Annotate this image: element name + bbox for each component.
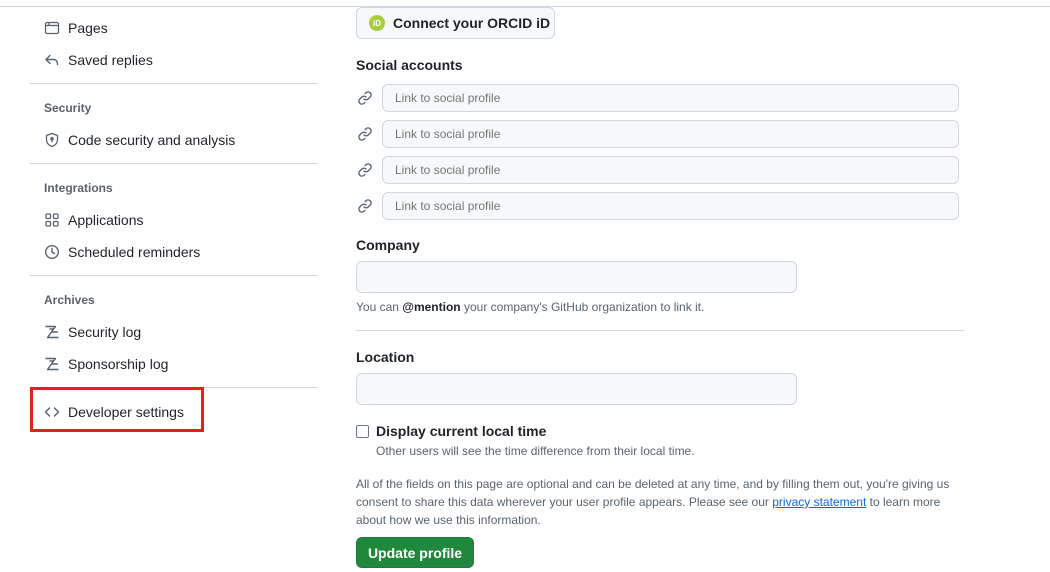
browser-icon <box>44 20 60 36</box>
mention-text: @mention <box>402 300 461 314</box>
social-profile-input[interactable] <box>382 156 959 184</box>
social-profile-input[interactable] <box>382 84 959 112</box>
section-heading-security: Security <box>44 101 92 115</box>
sidebar-item-pages[interactable]: Pages <box>30 12 318 44</box>
company-note: You can @mention your company's GitHub o… <box>356 300 704 314</box>
social-account-row <box>356 84 959 112</box>
update-profile-button[interactable]: Update profile <box>356 537 474 568</box>
company-note-text: your company's GitHub organization to li… <box>460 300 705 314</box>
company-label: Company <box>356 237 420 253</box>
connect-orcid-label: Connect your ORCID iD <box>393 15 551 31</box>
profile-form: iD Connect your ORCID iD Social accounts… <box>356 0 966 572</box>
form-divider <box>356 330 964 331</box>
clock-icon <box>44 244 60 260</box>
sidebar-item-label: Saved replies <box>68 52 153 68</box>
sidebar-item-label: Scheduled reminders <box>68 244 201 260</box>
log-icon <box>44 324 60 340</box>
social-profile-input[interactable] <box>382 120 959 148</box>
connect-orcid-button[interactable]: iD Connect your ORCID iD <box>356 7 555 39</box>
sidebar-item-label: Applications <box>68 212 144 228</box>
sidebar-divider <box>30 83 318 84</box>
sidebar-item-label: Pages <box>68 20 108 36</box>
local-time-option: Display current local time <box>356 423 546 439</box>
link-icon <box>357 162 373 178</box>
location-label: Location <box>356 349 415 365</box>
sidebar-item-applications[interactable]: Applications <box>30 204 318 236</box>
sidebar-item-code-security[interactable]: Code security and analysis <box>30 124 318 156</box>
privacy-notice: All of the fields on this page are optio… <box>356 475 961 529</box>
link-icon <box>357 126 373 142</box>
local-time-checkbox[interactable] <box>356 424 369 438</box>
sidebar-divider <box>30 275 318 276</box>
orcid-icon: iD <box>369 15 385 31</box>
reply-icon <box>44 52 60 68</box>
social-accounts-label: Social accounts <box>356 57 463 73</box>
sidebar-item-label: Code security and analysis <box>68 132 236 148</box>
sidebar-item-label: Security log <box>68 324 142 340</box>
section-heading-integrations: Integrations <box>44 181 113 195</box>
sidebar-item-scheduled-reminders[interactable]: Scheduled reminders <box>30 236 318 268</box>
company-input[interactable] <box>356 261 797 293</box>
social-account-row <box>356 192 959 220</box>
apps-icon <box>44 212 60 228</box>
social-profile-input[interactable] <box>382 192 959 220</box>
sidebar-item-saved-replies[interactable]: Saved replies <box>30 44 318 76</box>
section-heading-archives: Archives <box>44 293 95 307</box>
link-icon <box>357 198 373 214</box>
sidebar-item-label: Sponsorship log <box>68 356 169 372</box>
local-time-label[interactable]: Display current local time <box>376 423 546 439</box>
privacy-statement-link[interactable]: privacy statement <box>772 495 866 509</box>
link-icon <box>357 90 373 106</box>
local-time-note: Other users will see the time difference… <box>376 444 695 458</box>
log-icon <box>44 356 60 372</box>
location-input[interactable] <box>356 373 797 405</box>
sidebar-divider <box>30 163 318 164</box>
shield-icon <box>44 132 60 148</box>
social-account-row <box>356 156 959 184</box>
company-note-text: You can <box>356 300 403 314</box>
sidebar-item-security-log[interactable]: Security log <box>30 316 318 348</box>
settings-sidebar: Pages Saved replies Security Code securi… <box>30 0 318 572</box>
social-account-row <box>356 120 959 148</box>
highlight-box <box>30 387 204 432</box>
sidebar-item-sponsorship-log[interactable]: Sponsorship log <box>30 348 318 380</box>
